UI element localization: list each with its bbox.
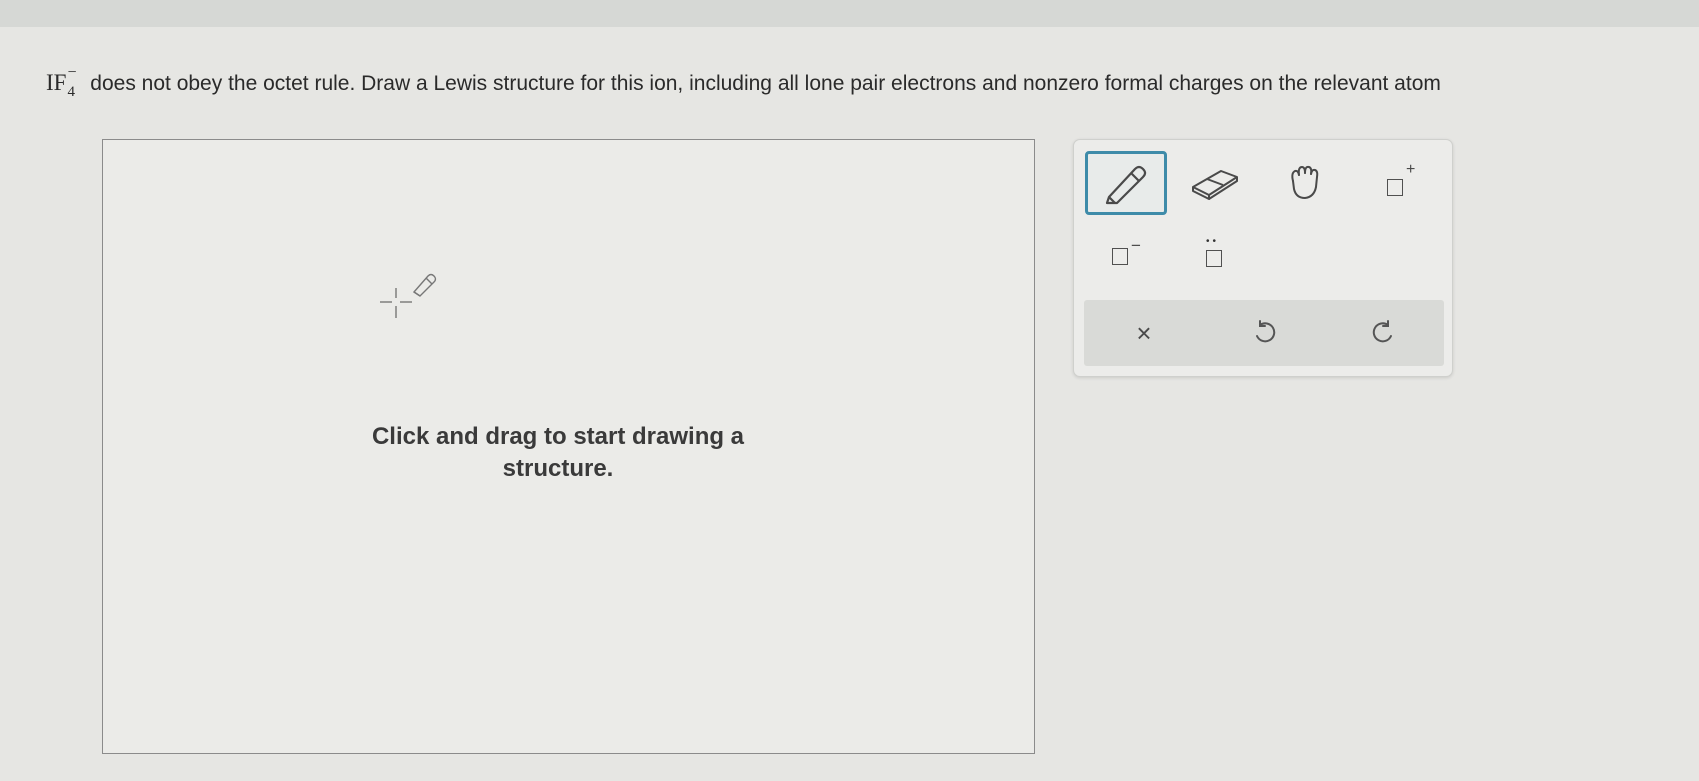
question-text: IF − 4 does not obey the octet rule. Draw …: [46, 64, 1441, 100]
positive-charge-label: +: [1406, 161, 1416, 178]
drawing-canvas[interactable]: Click and drag to start drawing a struct…: [102, 139, 1035, 754]
crosshair-pencil-icon: [380, 273, 437, 318]
canvas-hint: Click and drag to start drawing a struct…: [371, 423, 745, 482]
positive-charge-icon: +: [1381, 161, 1421, 203]
draw-tool-button[interactable]: [1085, 151, 1167, 215]
clear-button[interactable]: ×: [1084, 300, 1204, 366]
redo-icon: [1372, 320, 1392, 343]
ion-formula: IF − 4: [46, 64, 78, 100]
negative-charge-icon: −: [1106, 234, 1146, 274]
positive-charge-button[interactable]: +: [1360, 151, 1442, 215]
redo-button[interactable]: [1324, 300, 1444, 366]
erase-tool-button[interactable]: [1174, 151, 1256, 215]
question-prompt: does not obey the octet rule. Draw a Lew…: [90, 72, 1441, 95]
eraser-icon: [1192, 170, 1238, 200]
lone-pair-dots: ••: [1206, 236, 1220, 247]
action-bar: ×: [1084, 300, 1444, 366]
clear-icon: ×: [1136, 317, 1152, 348]
formula-charge: −: [67, 64, 77, 81]
undo-button[interactable]: [1204, 300, 1324, 366]
hand-icon: [1291, 165, 1319, 200]
negative-charge-button[interactable]: −: [1085, 222, 1167, 286]
lone-pair-icon: ••: [1195, 234, 1235, 274]
formula-base: IF: [46, 70, 67, 95]
pencil-icon: [1105, 165, 1147, 205]
formula-subscript: 4: [67, 84, 75, 100]
undo-icon: [1256, 320, 1276, 343]
negative-charge-label: −: [1131, 236, 1141, 255]
lone-pair-button[interactable]: ••: [1174, 222, 1256, 286]
move-tool-button[interactable]: [1264, 151, 1346, 215]
top-bar: [0, 0, 1699, 27]
drawing-toolbar: + − •• ×: [1073, 139, 1453, 377]
